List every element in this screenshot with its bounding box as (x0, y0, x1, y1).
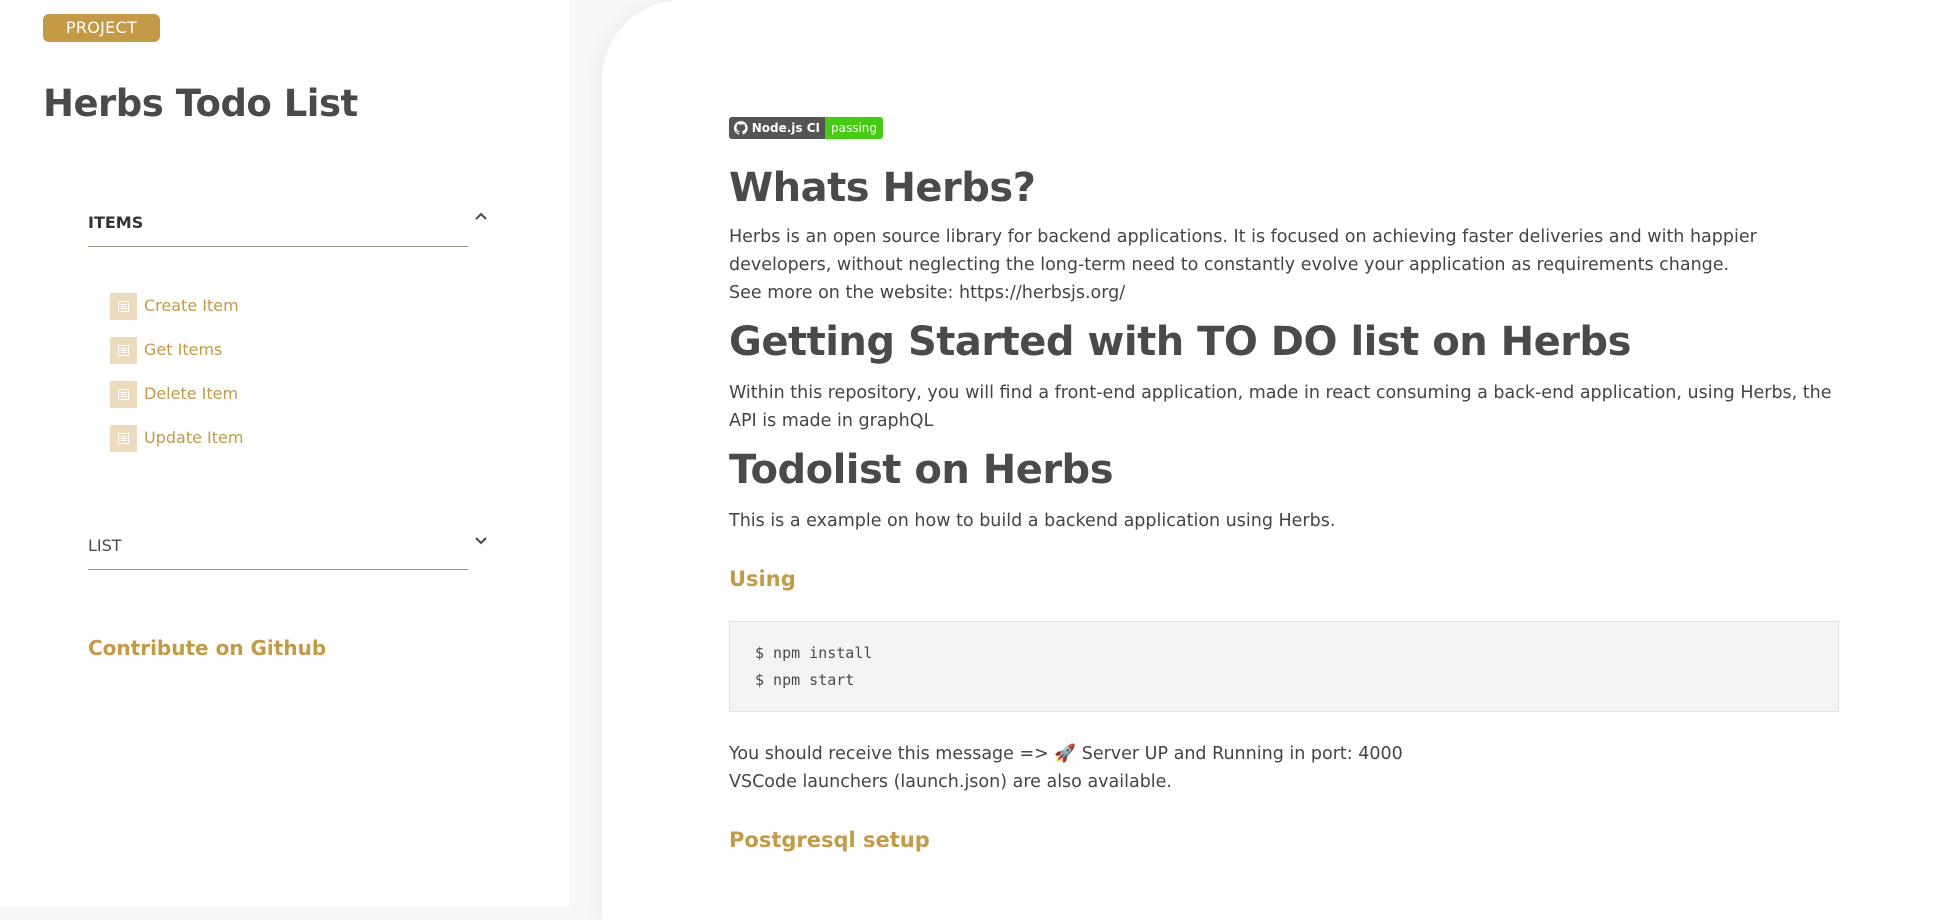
project-badge: PROJECT (43, 14, 160, 42)
item-label: Create Item (144, 296, 239, 315)
list-item-create-item[interactable]: Create Item (110, 291, 243, 335)
items-list: Create Item Get Items Delete Item Update… (110, 291, 243, 467)
paragraph-launchers: VSCode launchers (launch.json) are also … (729, 772, 1172, 792)
paragraph-todolist: This is a example on how to build a back… (729, 511, 1336, 531)
ci-badge-label: Node.js CI (729, 117, 825, 139)
item-label: Update Item (144, 428, 244, 447)
heading-whats-herbs: Whats Herbs? (729, 165, 1036, 211)
chevron-up-icon (475, 212, 487, 220)
paragraph-website: See more on the website: https://herbsjs… (729, 283, 1126, 303)
readme-content: Node.js CI passing Whats Herbs? Herbs is… (729, 117, 1839, 852)
ci-badge-status: passing (825, 117, 883, 139)
list-item-update-item[interactable]: Update Item (110, 423, 243, 467)
project-title: Herbs Todo List (43, 82, 358, 125)
document-icon (110, 337, 137, 364)
code-block: $ npm install $ npm start (729, 621, 1839, 712)
ci-badge-left-text: Node.js CI (751, 121, 820, 135)
section-header-items[interactable]: ITEMS (88, 203, 487, 247)
list-item-get-items[interactable]: Get Items (110, 335, 243, 379)
chevron-down-icon (475, 537, 487, 545)
section-header-list[interactable]: LIST (88, 526, 487, 570)
contribute-github-link[interactable]: Contribute on Github (88, 636, 326, 660)
code-line: $ npm start (755, 671, 855, 689)
section-label-items: ITEMS (88, 213, 144, 232)
section-label-list: LIST (88, 536, 122, 555)
document-icon (110, 293, 137, 320)
sidebar: PROJECT Herbs Todo List ITEMS Create Ite… (0, 0, 570, 907)
heading-getting-started: Getting Started with TO DO list on Herbs (729, 319, 1631, 365)
heading-using: Using (729, 567, 796, 591)
heading-todolist: Todolist on Herbs (729, 447, 1114, 493)
paragraph-receive-message: You should receive this message => 🚀 Ser… (729, 744, 1403, 764)
github-icon (734, 121, 748, 135)
paragraph-getting-started: Within this repository, you will find a … (729, 383, 1832, 431)
heading-postgres-setup: Postgresql setup (729, 828, 930, 852)
item-label: Delete Item (144, 384, 239, 403)
document-icon (110, 381, 137, 408)
document-icon (110, 425, 137, 452)
list-item-delete-item[interactable]: Delete Item (110, 379, 243, 423)
paragraph-whats-herbs: Herbs is an open source library for back… (729, 227, 1757, 275)
code-line: $ npm install (755, 644, 873, 662)
ci-status-badge[interactable]: Node.js CI passing (729, 117, 883, 139)
item-label: Get Items (144, 340, 223, 359)
